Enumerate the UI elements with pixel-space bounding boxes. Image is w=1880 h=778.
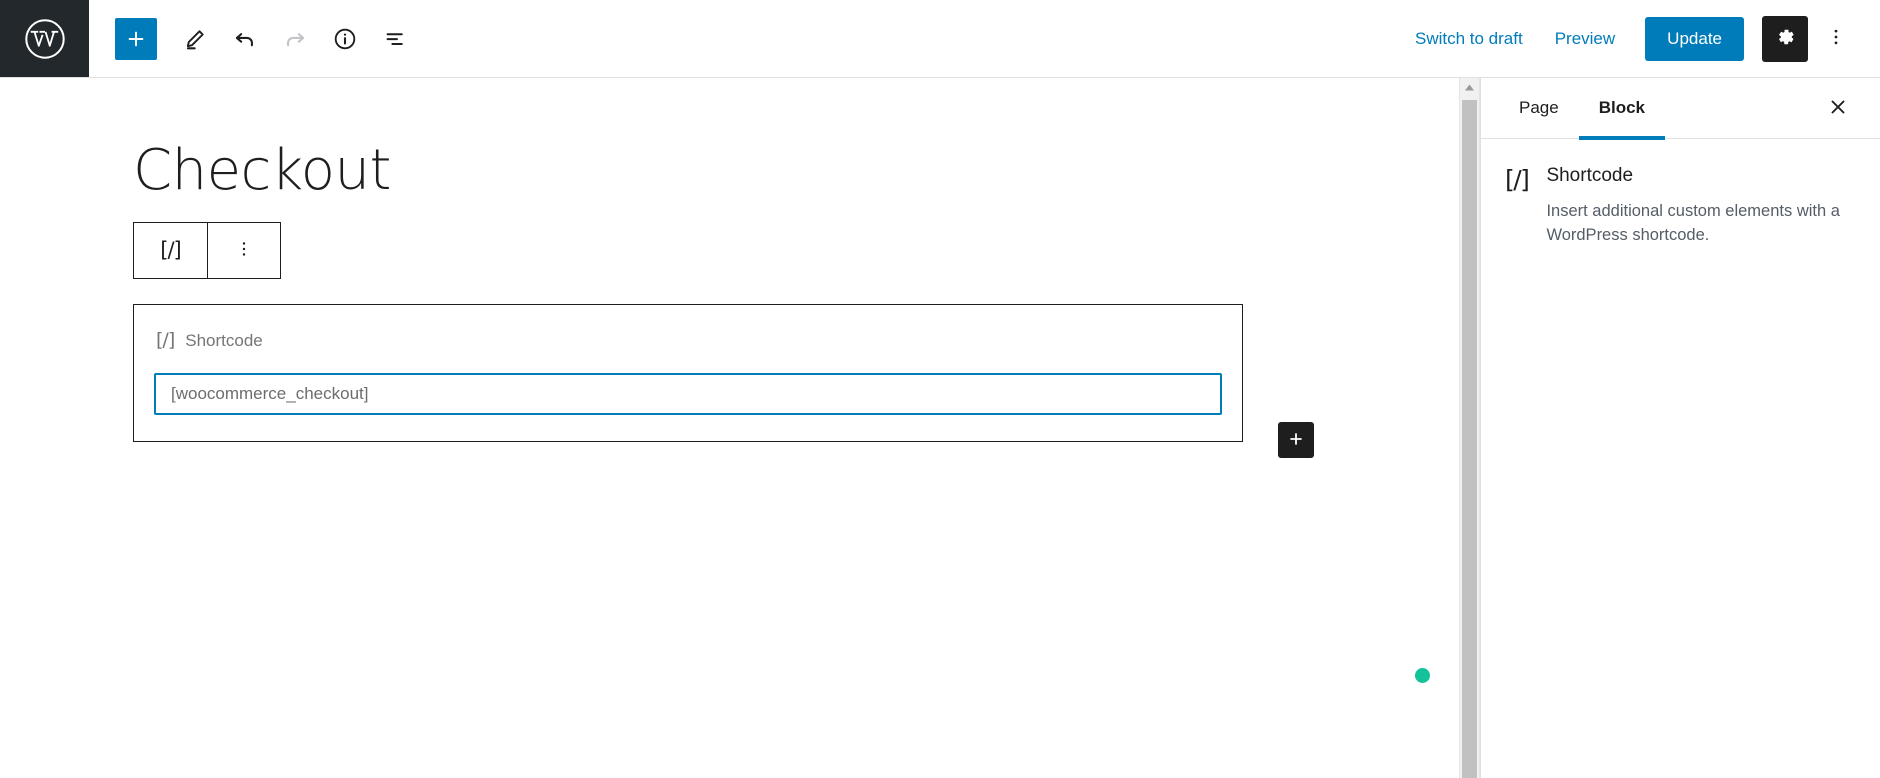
shortcode-block-label: Shortcode <box>185 330 263 350</box>
details-button[interactable] <box>323 17 367 61</box>
editor-canvas-region: Checkout [/] [/] Shortcode [woocommerce_… <box>0 78 1459 778</box>
plus-icon <box>125 28 147 50</box>
shortcode-icon: [/] <box>160 238 181 263</box>
preview-button[interactable]: Preview <box>1539 19 1631 59</box>
tab-block[interactable]: Block <box>1578 78 1666 140</box>
block-type-button[interactable]: [/] <box>134 223 207 278</box>
block-info-title: Shortcode <box>1546 165 1634 186</box>
tools-edit-button[interactable] <box>173 17 217 61</box>
block-info-description: Insert additional custom elements with a… <box>1546 201 1840 244</box>
page-title[interactable]: Checkout <box>133 140 1419 202</box>
list-view-icon <box>382 26 408 52</box>
editor-scrollbar[interactable] <box>1459 78 1480 778</box>
more-options-button[interactable] <box>1816 17 1856 61</box>
settings-sidebar: Page Block [/] Shortcode Insert addition… <box>1480 78 1880 778</box>
switch-to-draft-button[interactable]: Switch to draft <box>1399 19 1539 59</box>
header-right-tool-group: Switch to draft Preview Update <box>1399 0 1880 77</box>
vertical-ellipsis-icon <box>1825 26 1847 51</box>
wordpress-logo-button[interactable] <box>0 0 89 77</box>
shortcode-block-label-row: [/] Shortcode <box>154 331 1222 351</box>
redo-button[interactable] <box>273 17 317 61</box>
scrollbar-up-arrow[interactable] <box>1460 78 1479 97</box>
settings-toggle-button[interactable] <box>1762 15 1808 62</box>
wordpress-block-editor: Switch to draft Preview Update Checkout … <box>0 0 1880 778</box>
close-x-icon <box>1827 96 1849 121</box>
block-options-button[interactable] <box>207 222 280 278</box>
block-info-card: [/] Shortcode Insert additional custom e… <box>1481 139 1880 248</box>
list-view-button[interactable] <box>373 17 417 61</box>
header-spacer <box>417 0 1399 77</box>
header-left-tool-group <box>89 0 417 77</box>
undo-button[interactable] <box>223 17 267 61</box>
info-circle-icon <box>332 26 358 52</box>
shortcode-icon: [/] <box>156 329 175 352</box>
sidebar-tab-bar: Page Block <box>1481 78 1880 140</box>
shortcode-block[interactable]: [/] Shortcode <box>133 303 1243 442</box>
shortcode-input[interactable] <box>154 372 1222 415</box>
block-info-body: Shortcode Insert additional custom eleme… <box>1546 165 1846 248</box>
status-indicator-dot <box>1415 668 1430 683</box>
plus-icon <box>1287 430 1305 451</box>
redo-arrow-icon <box>282 26 308 52</box>
tab-page[interactable]: Page <box>1499 78 1579 139</box>
close-sidebar-button[interactable] <box>1818 88 1858 128</box>
gear-icon <box>1773 25 1797 52</box>
pencil-icon <box>183 27 207 51</box>
editor-header-toolbar: Switch to draft Preview Update <box>0 0 1880 78</box>
block-floating-toolbar: [/] <box>133 221 281 279</box>
vertical-ellipsis-icon <box>234 239 254 262</box>
add-block-button[interactable] <box>115 17 157 60</box>
update-button[interactable]: Update <box>1645 16 1744 61</box>
editor-body: Checkout [/] [/] Shortcode [woocommerce_… <box>0 78 1880 778</box>
wordpress-logo-icon <box>23 17 67 61</box>
undo-arrow-icon <box>232 26 258 52</box>
scrollbar-thumb[interactable] <box>1462 100 1477 778</box>
editor-canvas: Checkout [/] [/] Shortcode [woocommerce_… <box>0 78 1459 442</box>
block-inserter-button[interactable] <box>1278 422 1314 458</box>
shortcode-icon: [/] <box>1505 165 1530 194</box>
